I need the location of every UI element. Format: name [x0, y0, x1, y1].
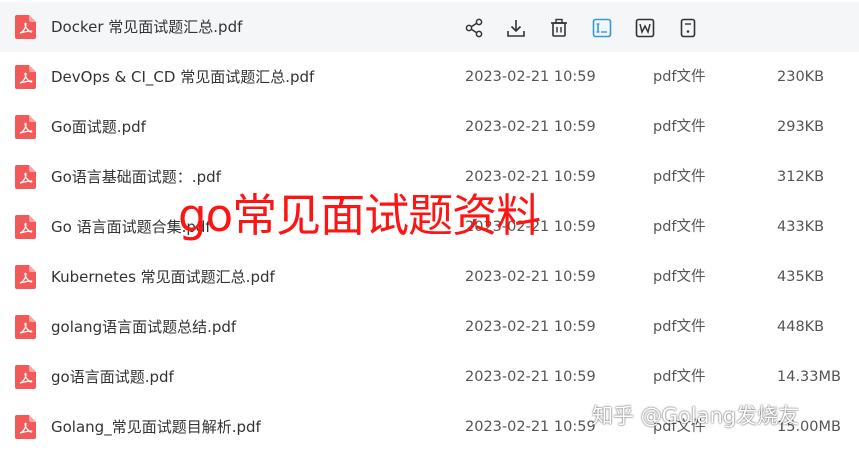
more-file-icon[interactable] [676, 16, 700, 40]
pdf-file-icon [15, 415, 36, 439]
pdf-file-icon [15, 65, 36, 89]
file-name: Kubernetes 常见面试题汇总.pdf [51, 268, 275, 286]
file-name: Docker 常见面试题汇总.pdf [51, 18, 243, 36]
word-convert-icon[interactable] [633, 16, 657, 40]
file-size: 312KB [777, 169, 825, 185]
file-name: DevOps & CI_CD 常见面试题汇总.pdf [51, 68, 315, 86]
overlay-title: go常见面试题资料 [178, 189, 541, 242]
file-date: 2023-02-21 10:59 [465, 69, 596, 85]
download-icon[interactable] [504, 16, 528, 40]
file-type: pdf文件 [653, 319, 706, 335]
file-name: Go面试题.pdf [51, 118, 146, 136]
file-date: 2023-02-21 10:59 [465, 119, 596, 135]
file-date: 2023-02-21 10:59 [465, 319, 596, 335]
file-row[interactable]: Kubernetes 常见面试题汇总.pdf 2023-02-21 10:59 … [0, 252, 859, 302]
file-row[interactable]: Docker 常见面试题汇总.pdf [0, 2, 859, 52]
file-row[interactable]: Go面试题.pdf 2023-02-21 10:59 pdf文件 293KB [0, 102, 859, 152]
file-type: pdf文件 [653, 369, 706, 385]
file-date: 2023-02-21 10:59 [465, 269, 596, 285]
file-size: 435KB [777, 269, 825, 285]
file-row[interactable]: go语言面试题.pdf 2023-02-21 10:59 pdf文件 14.33… [0, 352, 859, 402]
trash-icon[interactable] [547, 16, 571, 40]
file-size: 293KB [777, 119, 825, 135]
file-date: 2023-02-21 10:59 [465, 419, 596, 435]
file-date: 2023-02-21 10:59 [465, 369, 596, 385]
watermark: 知乎 @Golang发烧友 [592, 404, 800, 428]
file-row[interactable]: DevOps & CI_CD 常见面试题汇总.pdf 2023-02-21 10… [0, 52, 859, 102]
pdf-file-icon [15, 15, 36, 39]
file-size: 230KB [777, 69, 825, 85]
file-type: pdf文件 [653, 69, 706, 85]
file-name: Golang_常见面试题目解析.pdf [51, 418, 261, 436]
pdf-file-icon [15, 365, 36, 389]
extract-text-icon[interactable] [590, 16, 614, 40]
file-row[interactable]: golang语言面试题总结.pdf 2023-02-21 10:59 pdf文件… [0, 302, 859, 352]
pdf-file-icon [15, 215, 36, 239]
file-type: pdf文件 [653, 169, 706, 185]
file-size: 448KB [777, 319, 825, 335]
pdf-file-icon [15, 265, 36, 289]
pdf-file-icon [15, 315, 36, 339]
pdf-file-icon [15, 165, 36, 189]
pdf-file-icon [15, 115, 36, 139]
share-icon[interactable] [462, 16, 486, 40]
file-type: pdf文件 [653, 219, 706, 235]
file-type: pdf文件 [653, 269, 706, 285]
file-name: go语言面试题.pdf [51, 368, 174, 386]
file-size: 433KB [777, 219, 825, 235]
file-type: pdf文件 [653, 119, 706, 135]
file-name: golang语言面试题总结.pdf [51, 318, 237, 336]
file-size: 14.33MB [777, 369, 841, 385]
